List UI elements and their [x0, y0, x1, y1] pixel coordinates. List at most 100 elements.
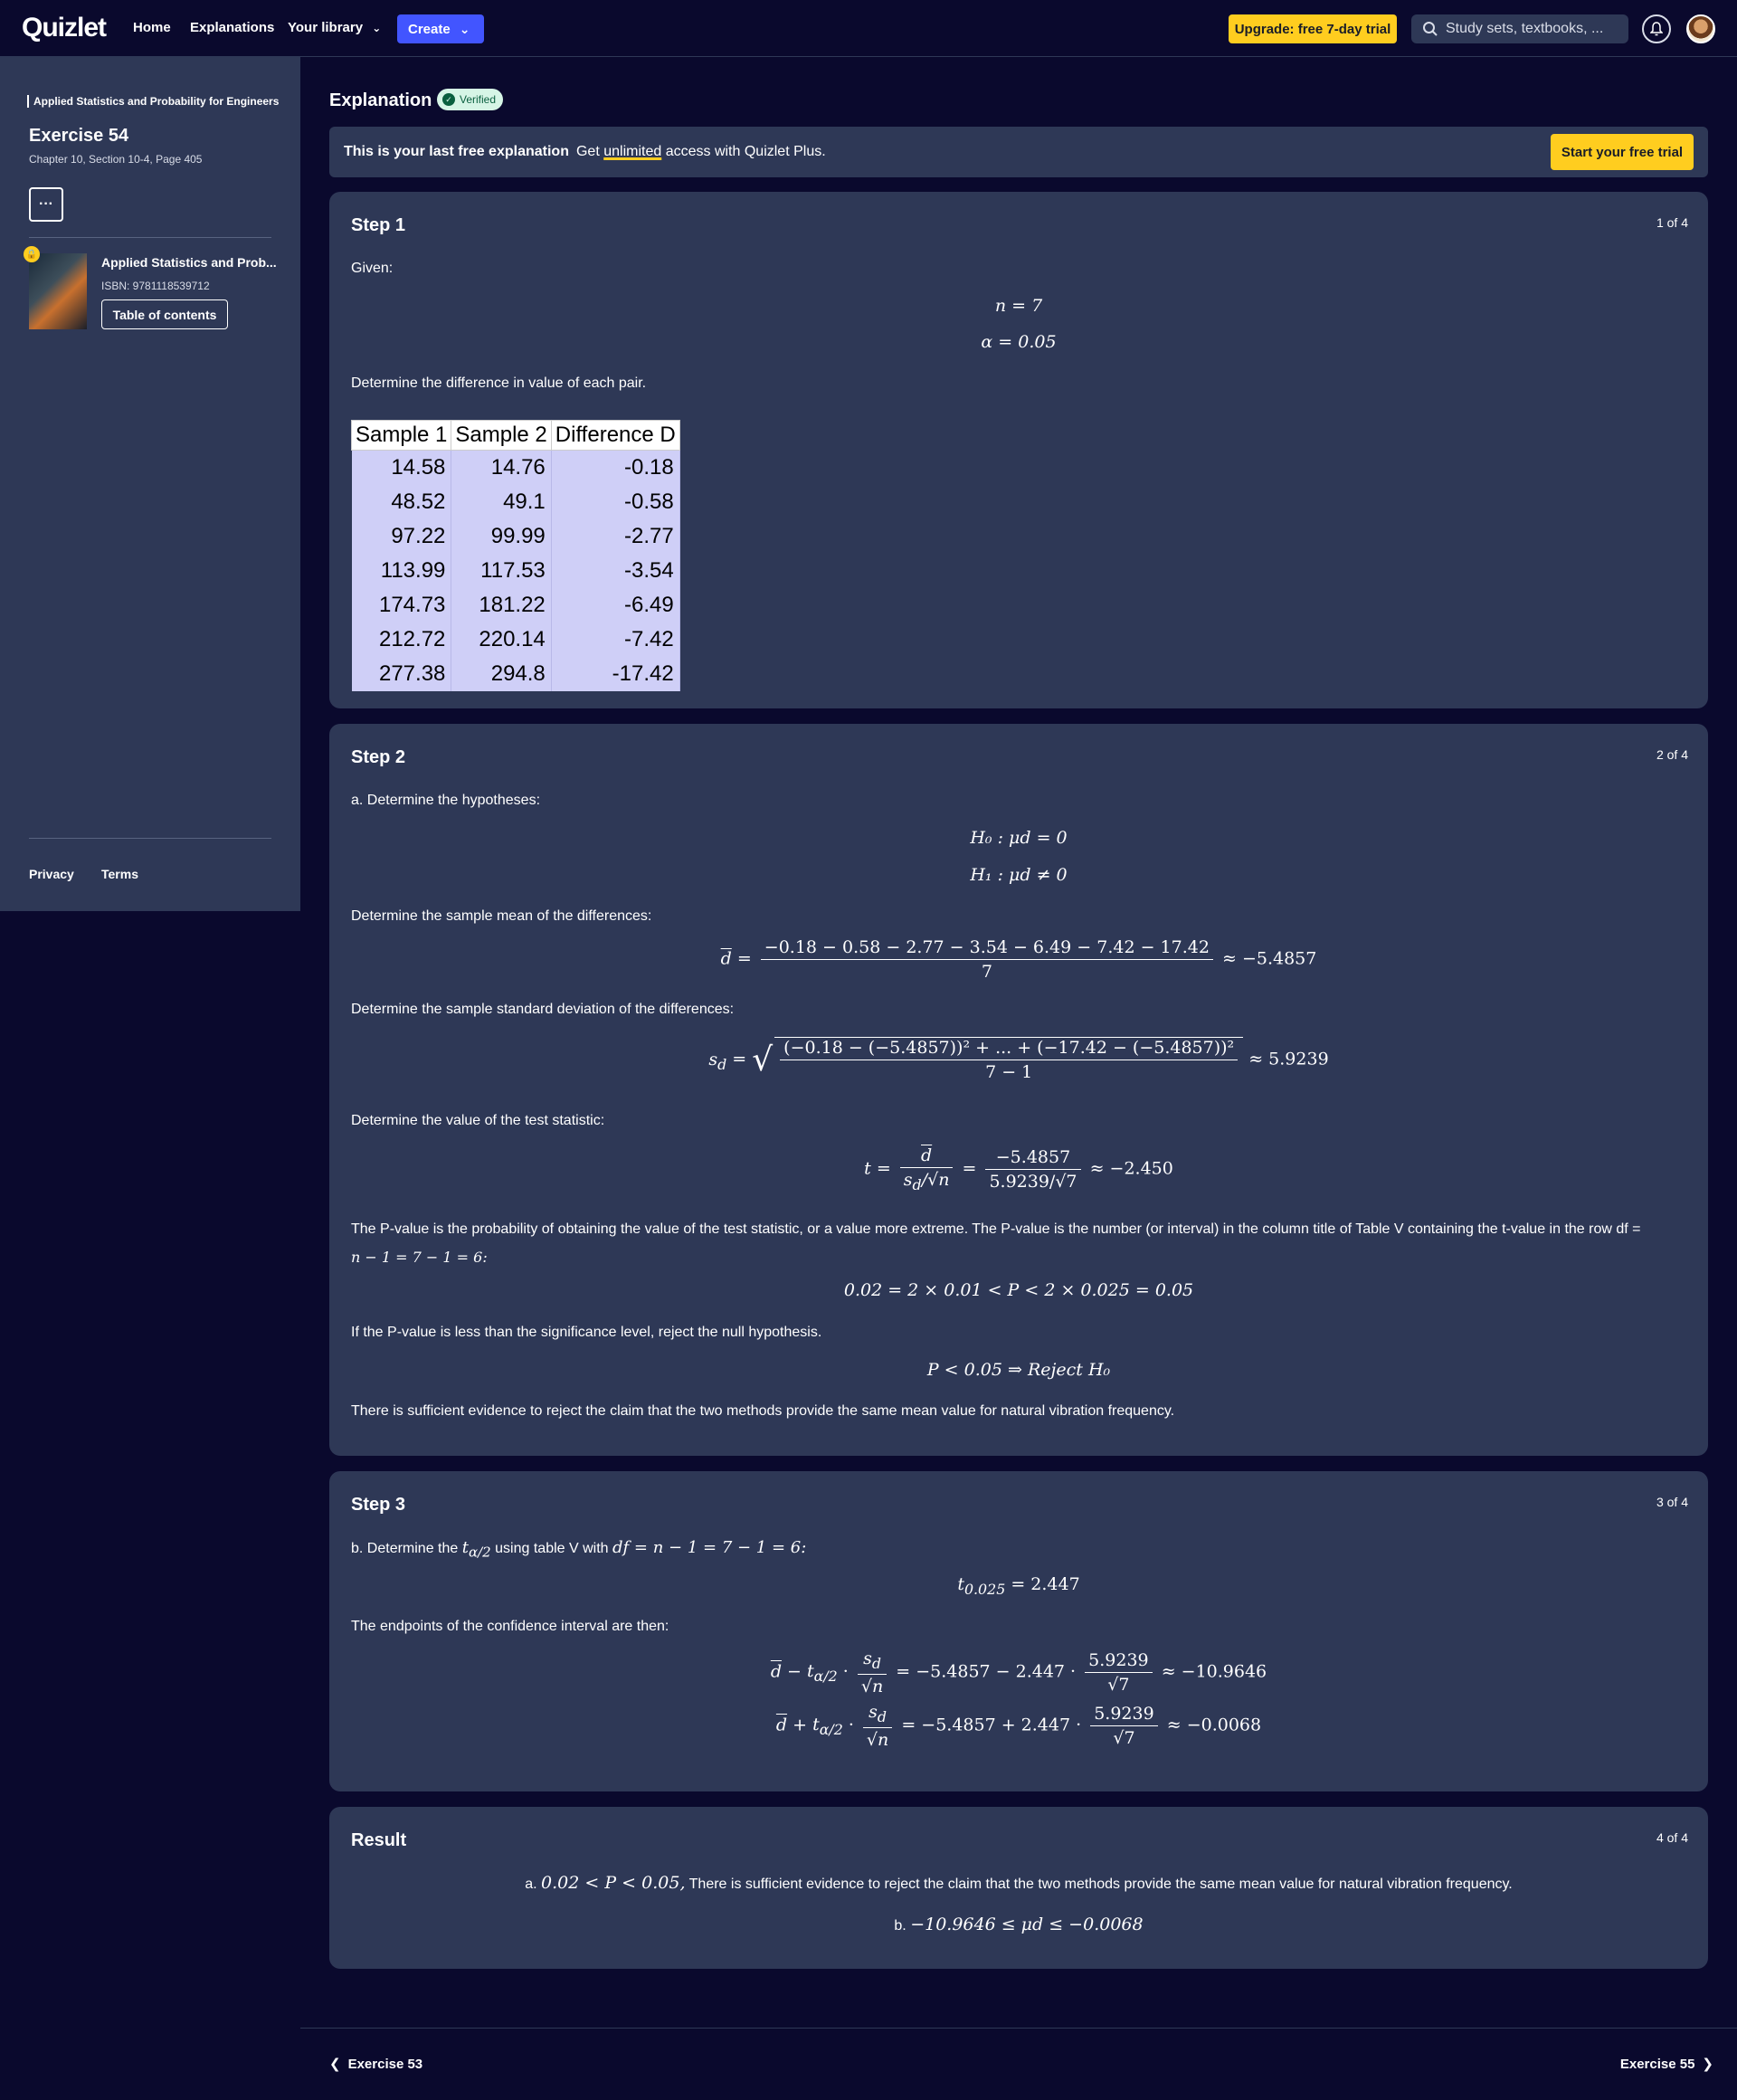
step-2-card: Step 2 2 of 4 a. Determine the hypothese…	[329, 724, 1708, 1456]
sd-equation: sd = √ (−0.18 − (−5.4857))² + ... + (−17.…	[708, 1037, 1329, 1082]
step-counter: 3 of 4	[1656, 1495, 1688, 1509]
fraction-numerator: 5.9239	[1085, 1650, 1153, 1673]
t-critical-equation: t0.025 = 2.447	[329, 1574, 1708, 1598]
fraction-denominator: 5.9239/√7	[989, 1171, 1077, 1192]
next-exercise-link[interactable]: Exercise 55 ❯	[1620, 2056, 1713, 2072]
equation-alpha: α = 0.05	[981, 332, 1057, 352]
book-title-short[interactable]: Applied Statistics and Prob...	[101, 255, 277, 270]
fraction-denominator: 7 − 1	[985, 1062, 1033, 1082]
fraction-numerator: (−0.18 − (−5.4857))² + ... + (−17.42 − (…	[780, 1038, 1239, 1060]
t-fraction-2: −5.4857 5.9239/√7	[985, 1147, 1081, 1192]
table-header: Difference D	[550, 420, 680, 451]
s-d: sd	[857, 1649, 887, 1675]
banner-text-underline: unlimited	[603, 144, 662, 159]
step-counter: 4 of 4	[1656, 1830, 1688, 1845]
table-cell: 174.73	[351, 587, 452, 622]
result-title: Result	[351, 1830, 407, 1850]
terms-link[interactable]: Terms	[101, 867, 138, 881]
t-0025: t0.025	[957, 1574, 1006, 1598]
table-cell: -0.58	[551, 484, 680, 519]
exercise-title: Exercise 54	[29, 126, 129, 146]
chapter-info: Chapter 10, Section 10-4, Page 405	[29, 153, 203, 166]
table-of-contents-button[interactable]: Table of contents	[101, 299, 228, 329]
p-value-text: The P-value is the probability of obtain…	[351, 1221, 1641, 1237]
notifications-button[interactable]	[1642, 14, 1671, 43]
step-title: Step 2	[351, 747, 406, 767]
table-cell: 99.99	[451, 518, 552, 554]
ci-fraction: 5.9239 √7	[1090, 1704, 1158, 1748]
result-a-equation: 0.02 < P < 0.05,	[541, 1873, 686, 1893]
book-cover[interactable]	[29, 253, 87, 329]
result-b-label: b.	[894, 1918, 906, 1934]
sidebar-book-title[interactable]: Applied Statistics and Probability for E…	[27, 95, 279, 108]
table-cell: -0.18	[551, 450, 680, 485]
h1-equation: H₁ : μd ≠ 0	[970, 865, 1068, 885]
p-value-explanation: The P-value is the probability of obtain…	[351, 1215, 1690, 1272]
d-bar: d	[775, 1715, 788, 1735]
s-d: sd	[708, 1049, 727, 1073]
given-label: Given:	[351, 261, 394, 276]
search-input[interactable]: Study sets, textbooks, ...	[1411, 14, 1628, 43]
fraction-denominator: √7	[1107, 1674, 1130, 1695]
nav-home[interactable]: Home	[133, 20, 171, 35]
result-b-equation: −10.9646 ≤ μd ≤ −0.0068	[910, 1915, 1144, 1934]
table-cell: 97.22	[351, 518, 452, 554]
result-b: b. −10.9646 ≤ μd ≤ −0.0068	[329, 1915, 1708, 1934]
divider	[29, 237, 271, 238]
nav-your-library[interactable]: Your library ⌄	[288, 20, 381, 35]
t-result: ≈ −2.450	[1089, 1158, 1173, 1179]
start-free-trial-button[interactable]: Start your free trial	[1551, 134, 1694, 170]
fraction-denominator: 7	[981, 962, 992, 982]
next-exercise-label: Exercise 55	[1619, 2057, 1695, 2072]
table-row: 14.58 14.76 -0.18	[351, 450, 680, 485]
create-button[interactable]: Create ⌄	[397, 14, 484, 43]
ci-lower-result: ≈ −10.9646	[1161, 1661, 1267, 1682]
sidebar: Applied Statistics and Probability for E…	[0, 57, 300, 911]
upgrade-button[interactable]: Upgrade: free 7-day trial	[1229, 14, 1397, 43]
table-row: 277.38 294.8 -17.42	[351, 656, 680, 691]
t-alpha-2: tα/2	[807, 1661, 838, 1686]
sqrt-symbol: √	[752, 1041, 774, 1079]
t-critical-value: = 2.447	[1011, 1574, 1080, 1594]
previous-exercise-label: Exercise 53	[347, 2057, 423, 2072]
more-options-button[interactable]: ···	[29, 187, 63, 222]
avatar[interactable]	[1686, 14, 1715, 43]
chevron-right-icon: ❯	[1702, 2057, 1713, 2072]
chevron-down-icon: ⌄	[372, 22, 382, 34]
quizlet-logo[interactable]: Quizlet	[22, 13, 107, 43]
bell-icon	[1650, 22, 1663, 36]
table-cell: -7.42	[551, 622, 680, 657]
result-a-text: There is sufficient evidence to reject t…	[688, 1877, 1513, 1892]
privacy-link[interactable]: Privacy	[29, 867, 74, 881]
result-a-label: a.	[525, 1877, 537, 1892]
previous-exercise-link[interactable]: ❮ Exercise 53	[329, 2056, 422, 2072]
mean-fraction: −0.18 − 0.58 − 2.77 − 3.54 − 6.49 − 7.42…	[760, 937, 1213, 982]
t-fraction-1: d sd/√n	[899, 1145, 954, 1193]
p-value-equation: 0.02 = 2 × 0.01 < P < 2 × 0.025 = 0.05	[843, 1280, 1194, 1300]
table-cell: 14.58	[351, 450, 452, 485]
t-alpha-2: tα/2	[812, 1715, 843, 1739]
top-navigation-bar: Quizlet Home Explanations Your library ⌄…	[0, 0, 1737, 57]
nav-explanations[interactable]: Explanations	[190, 20, 274, 35]
test-statistic-text: Determine the value of the test statisti…	[351, 1113, 605, 1128]
step-3-card: Step 3 3 of 4 b. Determine the tα/2 usin…	[329, 1471, 1708, 1791]
create-button-label: Create	[408, 21, 451, 37]
divider	[300, 2028, 1737, 2029]
ci-upper-mid: = −5.4857 + 2.447 ·	[901, 1715, 1082, 1735]
critical-value-text: b. Determine the tα/2 using table V with…	[351, 1538, 806, 1561]
banner-text-pre: Get	[575, 144, 600, 159]
banner-bold-text: This is your last free explanation	[344, 144, 569, 159]
determine-text: Determine the difference in value of eac…	[351, 375, 647, 391]
data-table: Sample 1 Sample 2 Difference D 14.58 14.7…	[350, 420, 680, 691]
sd-result: ≈ 5.9239	[1248, 1049, 1329, 1069]
table-cell: 220.14	[451, 622, 552, 657]
search-icon	[1423, 22, 1438, 36]
table-cell: -2.77	[551, 518, 680, 554]
table-row: 212.72 220.14 -7.42	[351, 622, 680, 657]
table-cell: 14.76	[451, 450, 552, 485]
chevron-down-icon: ⌄	[459, 21, 470, 36]
root-n: √n	[866, 1729, 889, 1750]
table-row: 113.99 117.53 -3.54	[351, 553, 680, 588]
sd-fraction: (−0.18 − (−5.4857))² + ... + (−17.42 − (…	[780, 1038, 1239, 1082]
table-cell: 212.72	[351, 622, 452, 657]
